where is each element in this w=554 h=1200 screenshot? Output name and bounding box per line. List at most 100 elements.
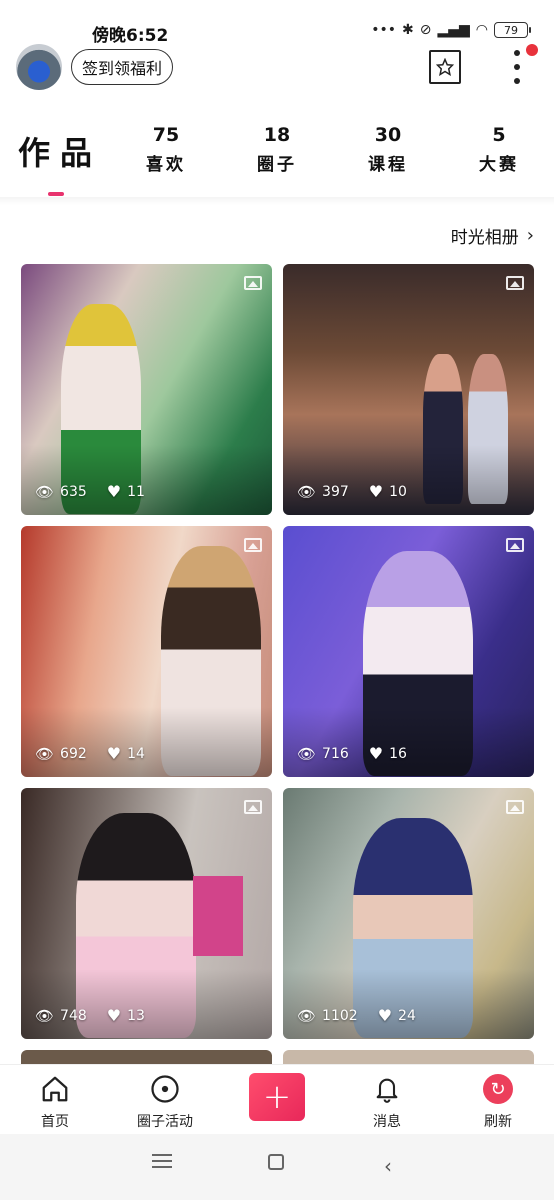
time-album-link[interactable]: 时光相册 › [451,223,534,248]
photo-card-partial[interactable] [283,1050,534,1064]
nav-messages[interactable]: 消息 [342,1071,432,1131]
publish-plus-button[interactable]: + [249,1073,305,1121]
tab-count: 18 [263,124,291,146]
tab-courses[interactable]: 30 课程 [348,124,428,175]
tab-works[interactable]: 作品 [18,128,102,174]
tab-label: 课程 [368,155,408,175]
tab-count: 5 [492,124,506,146]
like-icon: ♥ [368,482,384,501]
nav-home[interactable]: 首页 [10,1071,100,1131]
view-count: 1102 [322,1007,358,1024]
image-type-icon [244,800,262,814]
checkin-button[interactable]: 签到领福利 [71,49,174,85]
status-icons: ••• ✱ ⊘ ▂▄▆ ◠ 79 [371,22,531,38]
image-type-icon [244,276,262,290]
like-icon: ♥ [377,1006,393,1025]
system-nav-bar: ‹ [0,1134,554,1200]
refresh-icon: ↻ [453,1071,543,1107]
photo-shade [21,969,272,1039]
view-count: 692 [60,745,87,762]
photo-shade [283,445,534,515]
tab-count: 30 [374,124,402,146]
bell-icon [342,1071,432,1107]
like-icon: ♥ [106,482,122,501]
photo-stats: 👁 1102 ♥ 24 [297,1006,416,1025]
disc-icon [120,1071,210,1107]
like-count: 13 [127,1007,145,1024]
tab-circles[interactable]: 18 圈子 [237,124,317,175]
photo-card[interactable]: 👁 748 ♥ 13 [21,788,272,1039]
notification-dot [526,44,538,56]
view-icon: 👁 [35,482,55,501]
status-time: 傍晚6:52 [92,26,169,46]
image-type-icon [506,800,524,814]
photo-stats: 👁 397 ♥ 10 [297,482,407,501]
nav-label: 圈子活动 [137,1114,193,1130]
photo-shade [283,707,534,777]
photo-stats: 👁 748 ♥ 13 [35,1006,145,1025]
nav-circle-activity[interactable]: 圈子活动 [120,1071,210,1131]
album-link-label: 时光相册 [450,228,519,248]
profile-tabs: 作品 75 喜欢 18 圈子 30 课程 5 大赛 [0,118,554,198]
view-count: 635 [60,483,87,500]
photo-shade [283,969,534,1039]
view-count: 716 [322,745,349,762]
avatar[interactable] [16,44,62,90]
section-divider [0,197,554,205]
like-count: 24 [398,1007,416,1024]
home-square-icon[interactable] [268,1154,284,1170]
status-bar: 傍晚6:52 ••• ✱ ⊘ ▂▄▆ ◠ 79 [0,0,554,46]
view-count: 397 [322,483,349,500]
photo-card[interactable]: 👁 692 ♥ 14 [21,526,272,777]
photo-card[interactable]: 👁 635 ♥ 11 [21,264,272,515]
view-icon: 👁 [297,1006,317,1025]
more-menu-icon[interactable] [512,50,522,84]
image-type-icon [506,276,524,290]
photo-card[interactable]: 👁 1102 ♥ 24 [283,788,534,1039]
like-count: 10 [389,483,407,500]
nav-refresh[interactable]: ↻ 刷新 [453,1071,543,1131]
photo-shade [21,707,272,777]
nav-label: 消息 [373,1114,401,1130]
view-icon: 👁 [35,744,55,763]
tab-active-indicator [48,192,64,196]
photo-shade [21,445,272,515]
like-count: 14 [127,745,145,762]
nav-label: 刷新 [484,1114,512,1130]
photo-card[interactable]: 👁 397 ♥ 10 [283,264,534,515]
view-icon: 👁 [35,1006,55,1025]
like-icon: ♥ [106,1006,122,1025]
bottom-nav: 首页 圈子活动 + 消息 ↻ 刷新 [0,1064,554,1134]
tab-label: 圈子 [257,155,297,175]
back-chevron-icon[interactable]: ‹ [384,1154,392,1178]
battery-icon: 79 [494,22,531,38]
photo-stats: 👁 692 ♥ 14 [35,744,145,763]
like-count: 11 [127,483,145,500]
photo-background-sign [193,876,243,956]
like-icon: ♥ [106,744,122,763]
tab-label: 喜欢 [146,155,186,175]
favorite-star-icon[interactable] [429,50,461,84]
like-count: 16 [389,745,407,762]
image-type-icon [244,538,262,552]
home-icon [10,1071,100,1107]
view-count: 748 [60,1007,87,1024]
bluetooth-icon: ✱ [402,22,414,38]
photo-card-partial[interactable] [21,1050,272,1064]
nav-label: 首页 [41,1114,69,1130]
wifi-icon: ◠ [475,22,488,38]
tab-label: 大赛 [479,155,519,175]
photo-stats: 👁 716 ♥ 16 [297,744,407,763]
view-icon: 👁 [297,744,317,763]
photo-card[interactable]: 👁 716 ♥ 16 [283,526,534,777]
chevron-right-icon: › [526,225,534,246]
tab-likes[interactable]: 75 喜欢 [126,124,206,175]
mute-icon: ⊘ [419,22,432,38]
tab-count: 75 [152,124,180,146]
recent-apps-icon[interactable] [152,1154,172,1168]
status-more-icon: ••• [371,22,396,38]
tab-contests[interactable]: 5 大赛 [459,124,539,175]
like-icon: ♥ [368,744,384,763]
image-type-icon [506,538,524,552]
photo-stats: 👁 635 ♥ 11 [35,482,145,501]
